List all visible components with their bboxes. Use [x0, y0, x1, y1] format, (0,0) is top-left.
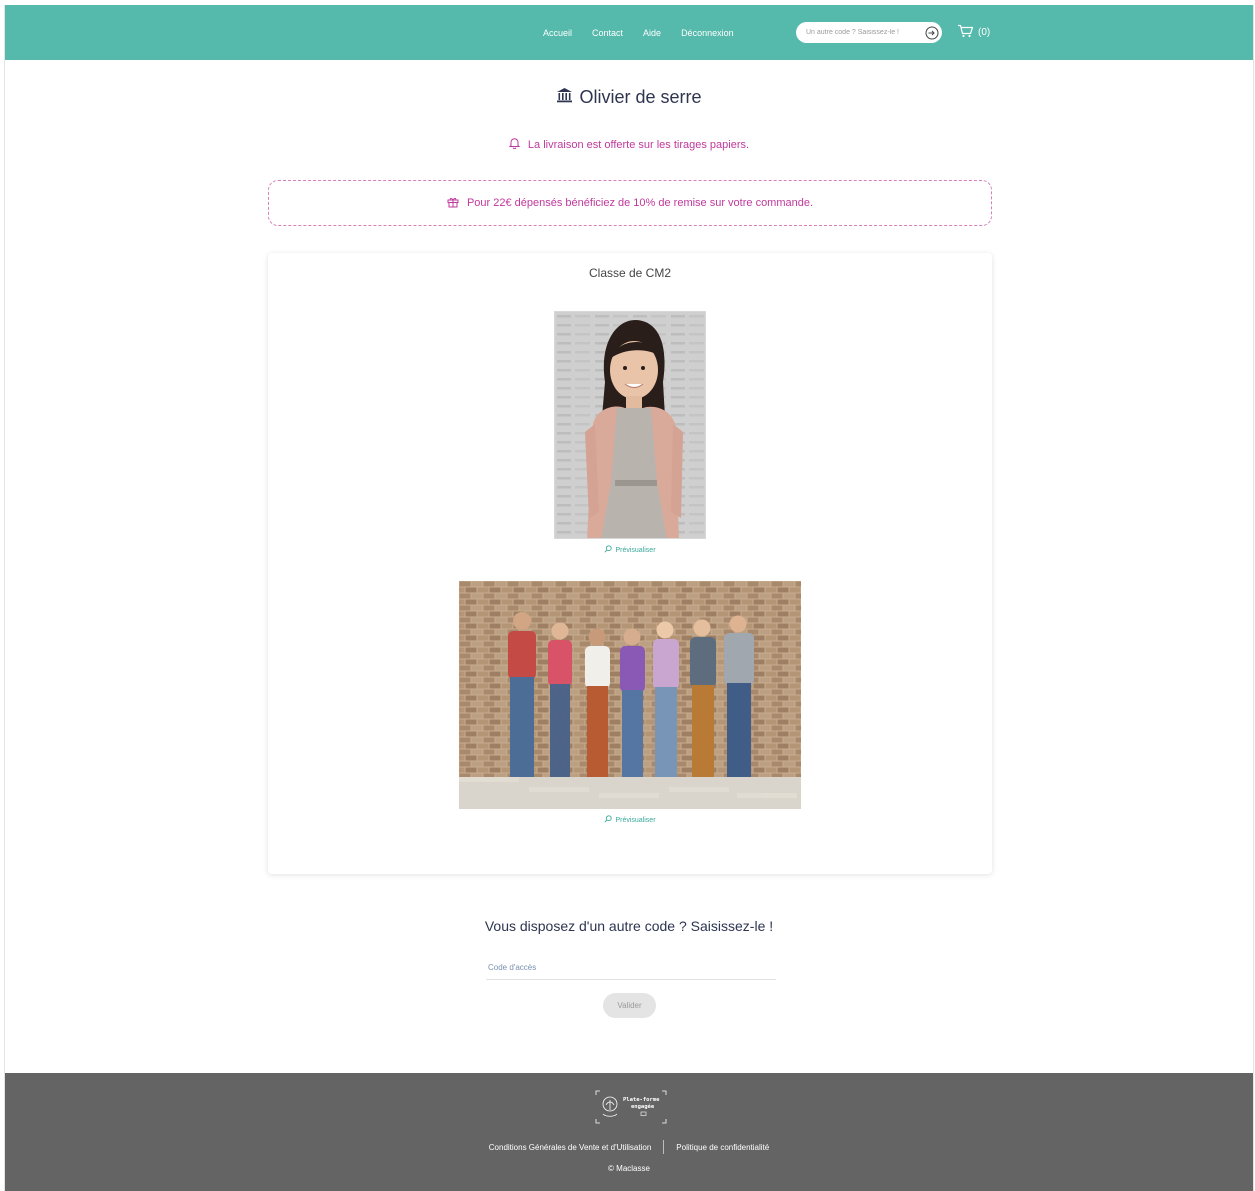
nav-contact-link[interactable]: Contact [592, 28, 623, 38]
page: Accueil Contact Aide Déconnexion Un autr… [4, 5, 1254, 1191]
promo-banner: Pour 22€ dépensés bénéficiez de 10% de r… [268, 180, 992, 226]
top-navbar: Accueil Contact Aide Déconnexion Un autr… [5, 5, 1253, 60]
bell-icon [508, 137, 521, 152]
terms-link[interactable]: Conditions Générales de Vente et d'Utili… [489, 1143, 652, 1152]
copyright: © Maclasse [608, 1164, 650, 1173]
header-code-input[interactable] [806, 29, 914, 36]
cart-button[interactable]: (0) [957, 24, 990, 41]
gallery-title: Classe de CM2 [588, 266, 672, 280]
validate-button[interactable]: Valider [603, 993, 656, 1018]
main-nav: Accueil Contact Aide Déconnexion [543, 5, 734, 60]
nav-help-link[interactable]: Aide [643, 28, 661, 38]
footer: Plate-forme engagée Conditions Générales… [5, 1073, 1253, 1191]
nav-home-link[interactable]: Accueil [543, 28, 572, 38]
search-icon [604, 815, 613, 825]
search-icon [604, 545, 613, 555]
delivery-notice: La livraison est offerte sur les tirages… [5, 137, 1253, 152]
school-title: Olivier de serre [5, 87, 1253, 108]
svg-text:Plate-forme: Plate-forme [623, 1097, 660, 1103]
group-photo[interactable] [459, 581, 801, 809]
preview-individual-button[interactable]: Prévisualiser [268, 545, 992, 555]
nav-logout-link[interactable]: Déconnexion [681, 28, 734, 38]
engaged-platform-logo: Plate-forme engagée [594, 1089, 668, 1125]
cart-count: (0) [978, 27, 991, 38]
privacy-link[interactable]: Politique de confidentialité [676, 1143, 769, 1152]
footer-links: Conditions Générales de Vente et d'Utili… [5, 1140, 1253, 1154]
preview-group-button[interactable]: Prévisualiser [268, 815, 992, 825]
svg-text:engagée: engagée [631, 1103, 655, 1110]
header-code-search [796, 22, 942, 43]
gallery-card: Classe de CM2 Prévisualiser Prévisualise… [268, 253, 992, 874]
other-code-title: Vous disposez d'un autre code ? Saisisse… [484, 918, 774, 934]
cart-icon [957, 24, 974, 41]
individual-photo[interactable] [554, 311, 706, 539]
access-code-input[interactable] [486, 955, 776, 979]
school-name: Olivier de serre [579, 87, 702, 107]
login-arrow-icon[interactable] [924, 25, 939, 40]
gift-icon [447, 196, 459, 211]
promo-text: Pour 22€ dépensés bénéficiez de 10% de r… [466, 197, 814, 209]
access-code-field [486, 955, 776, 980]
preview-label: Prévisualiser [615, 546, 656, 554]
preview-label: Prévisualiser [615, 816, 656, 824]
footer-divider [663, 1140, 665, 1154]
bank-icon [556, 87, 573, 108]
delivery-notice-text: La livraison est offerte sur les tirages… [527, 138, 750, 151]
